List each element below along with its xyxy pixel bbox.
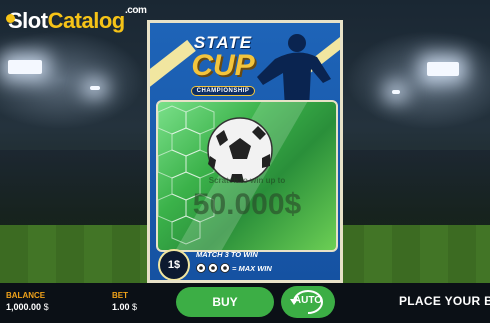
soccer-ball-icon — [207, 117, 273, 183]
balance-value: 1,000.00 $ — [6, 302, 49, 312]
auto-label: AUTO — [293, 295, 323, 306]
status-message: PLACE YOUR BET — [399, 294, 490, 308]
bet-currency: $ — [132, 302, 138, 312]
scratch-ticket: STATE CUP CHAMPIONSHIP Scratch to win up… — [147, 20, 343, 283]
title-championship: CHAMPIONSHIP — [190, 86, 256, 96]
logo-text-catalog: Catalog — [47, 8, 126, 33]
scratch-area[interactable]: Scratch to win up to 50.000$ — [156, 100, 338, 252]
site-logo: SlotCatalog .com — [6, 5, 147, 34]
floodlight-left-small — [90, 86, 100, 90]
balance-label: BALANCE — [6, 291, 46, 300]
bet-amount: 1.00 — [112, 302, 130, 312]
prize-caption: Scratch to win up to — [208, 176, 286, 185]
ticket-price-badge: 1$ — [158, 249, 190, 280]
rule-max-win: = MAX WIN — [196, 263, 272, 273]
soccer-ball-icon — [220, 263, 230, 273]
floodlight-right — [427, 62, 459, 76]
rule-match-3: MATCH 3 TO WIN — [196, 250, 258, 259]
ticket-info-bar: 1$ MATCH 3 TO WIN = MAX WIN — [156, 249, 334, 280]
balance-currency: $ — [43, 302, 49, 312]
logo-text-com: .com — [125, 5, 147, 16]
title-cup: CUP — [191, 49, 255, 82]
floodlight-right-small — [392, 90, 400, 94]
soccer-ball-icon — [208, 263, 218, 273]
balance-amount: 1,000.00 — [6, 302, 42, 312]
rule-max-win-text: = MAX WIN — [232, 263, 272, 273]
bet-value[interactable]: 1.00 $ — [112, 302, 137, 312]
ticket-title: STATE CUP CHAMPIONSHIP — [168, 33, 278, 97]
bet-label: BET — [112, 291, 128, 300]
logo-dot-icon — [6, 14, 15, 23]
soccer-ball-icon — [196, 263, 206, 273]
floodlight-left — [8, 60, 42, 74]
stadium-background: SlotCatalog .com STATE CUP CHAMPIONSHIP — [0, 0, 490, 283]
auto-button[interactable]: AUTO — [281, 286, 335, 318]
prize-amount: 50.000$ — [192, 188, 302, 221]
control-bar: BALANCE 1,000.00 $ BET 1.00 $ BUY AUTO P… — [0, 283, 490, 323]
buy-button[interactable]: BUY — [176, 287, 274, 317]
